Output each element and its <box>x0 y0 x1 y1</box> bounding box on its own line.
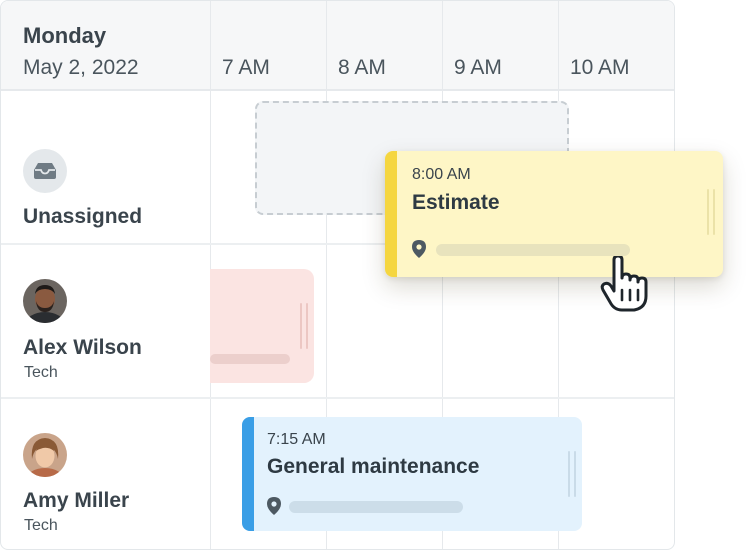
row-amy-miller: Amy Miller <box>23 489 130 512</box>
day-label: Monday <box>23 23 107 48</box>
time-slot-10am: 10 AM <box>570 56 630 79</box>
role-alex-wilson: Tech <box>24 364 58 381</box>
avatar-alex-wilson <box>23 279 67 323</box>
job-card-alex[interactable] <box>210 269 314 383</box>
map-pin-icon <box>412 240 426 258</box>
drag-handle-icon[interactable] <box>707 189 717 235</box>
time-slot-7am: 7 AM <box>222 56 270 79</box>
time-slot-8am: 8 AM <box>338 56 386 79</box>
role-amy-miller: Tech <box>24 517 58 534</box>
row-divider <box>1 397 674 399</box>
time-slot-9am: 9 AM <box>454 56 502 79</box>
avatar-amy-miller <box>23 433 67 477</box>
job-title: General maintenance <box>267 455 480 478</box>
address-placeholder-bar <box>436 244 630 256</box>
job-time: 7:15 AM <box>267 431 326 448</box>
row-unassigned: Unassigned <box>23 205 143 228</box>
job-card-general-maintenance[interactable]: 7:15 AM General maintenance <box>242 417 582 531</box>
address-placeholder-bar <box>210 354 290 364</box>
job-color-stripe <box>385 151 397 277</box>
inbox-icon <box>23 149 67 193</box>
job-time: 8:00 AM <box>412 166 471 183</box>
job-card-estimate[interactable]: 8:00 AM Estimate <box>385 151 723 277</box>
hand-pointer-icon <box>600 254 652 312</box>
date-label: May 2, 2022 <box>23 56 139 79</box>
address-placeholder-bar <box>289 501 463 513</box>
drag-handle-icon[interactable] <box>568 451 578 497</box>
map-pin-icon <box>267 497 281 515</box>
row-alex-wilson: Alex Wilson <box>23 336 142 359</box>
job-title: Estimate <box>412 191 500 214</box>
job-color-stripe <box>242 417 254 531</box>
drag-handle-icon[interactable] <box>300 303 310 349</box>
